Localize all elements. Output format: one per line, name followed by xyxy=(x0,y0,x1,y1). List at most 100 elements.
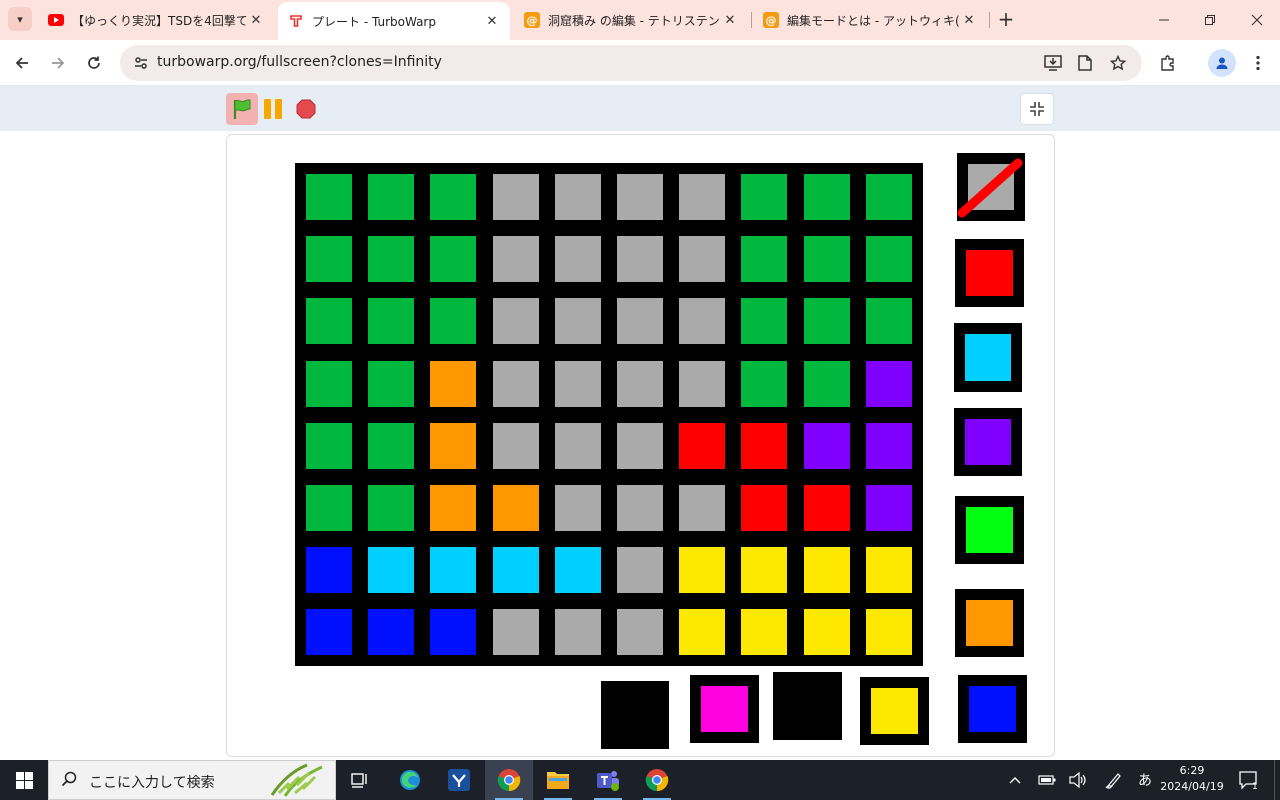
board-cell-green[interactable] xyxy=(803,236,850,283)
tab-atwiki-2[interactable]: @ 編集モードとは - アットウィキ(@WIKI ✕ xyxy=(753,0,987,40)
clock[interactable]: 6:29 2024/04/19 xyxy=(1158,763,1226,795)
board-cell-gray[interactable] xyxy=(492,236,539,283)
board-cell-green[interactable] xyxy=(741,174,788,220)
board-cell-yellow[interactable] xyxy=(679,609,726,656)
board-cell-yellow[interactable] xyxy=(741,609,788,656)
board-cell-gray[interactable] xyxy=(554,236,601,283)
tab-atwiki-1[interactable]: @ 洞窟積み の編集 - テトリステンプレ ✕ xyxy=(514,0,748,40)
board-cell-green[interactable] xyxy=(430,236,477,283)
board-cell-gray[interactable] xyxy=(679,174,726,220)
start-button[interactable] xyxy=(0,760,48,800)
taskbar-chrome[interactable] xyxy=(633,760,681,800)
board-cell-green[interactable] xyxy=(306,360,352,407)
reload-button[interactable] xyxy=(80,49,108,77)
notification-center-button[interactable]: 1 xyxy=(1234,760,1264,800)
board-cell-green[interactable] xyxy=(865,298,912,345)
board-cell-gray[interactable] xyxy=(617,236,663,283)
close-window-button[interactable] xyxy=(1234,0,1280,40)
show-desktop-button[interactable] xyxy=(1274,760,1280,800)
board-cell-purple[interactable] xyxy=(865,485,912,531)
taskbar-file-explorer[interactable] xyxy=(534,760,582,800)
palette-blue-button[interactable] xyxy=(958,675,1027,743)
board-cell-gray[interactable] xyxy=(679,298,726,345)
page-info-button[interactable] xyxy=(1072,50,1098,76)
address-bar[interactable]: turbowarp.org/fullscreen?clones=Infinity xyxy=(120,45,1142,81)
board-cell-green[interactable] xyxy=(306,485,352,531)
board-cell-orange[interactable] xyxy=(430,485,477,531)
menu-button[interactable] xyxy=(1244,49,1272,77)
board-cell-green[interactable] xyxy=(306,298,352,345)
volume-indicator[interactable] xyxy=(1066,760,1090,800)
board-cell-gray[interactable] xyxy=(617,360,663,407)
palette-magenta-button[interactable] xyxy=(690,675,759,743)
new-tab-button[interactable]: + xyxy=(994,9,1018,31)
taskbar-chrome-active[interactable] xyxy=(485,760,533,800)
extensions-button[interactable] xyxy=(1154,49,1182,77)
close-icon[interactable]: ✕ xyxy=(720,10,740,30)
close-icon[interactable]: ✕ xyxy=(482,11,502,31)
board-cell-yellow[interactable] xyxy=(679,547,726,594)
taskbar-yammer[interactable] xyxy=(435,760,483,800)
board-cell-cyan[interactable] xyxy=(430,547,477,594)
exit-fullscreen-button[interactable] xyxy=(1020,93,1054,125)
board-cell-gray[interactable] xyxy=(617,547,663,594)
close-icon[interactable]: ✕ xyxy=(246,10,266,30)
show-hidden-icons-button[interactable] xyxy=(1003,760,1027,800)
board-cell-gray[interactable] xyxy=(554,360,601,407)
board-cell-orange[interactable] xyxy=(430,360,477,407)
board-cell-gray[interactable] xyxy=(492,298,539,345)
board-cell-gray[interactable] xyxy=(554,422,601,469)
board-cell-green[interactable] xyxy=(865,236,912,283)
pause-button[interactable] xyxy=(264,99,284,119)
board-cell-green[interactable] xyxy=(368,298,415,345)
forward-button[interactable] xyxy=(44,49,72,77)
board-cell-gray[interactable] xyxy=(679,236,726,283)
board-cell-orange[interactable] xyxy=(492,485,539,531)
board-cell-green[interactable] xyxy=(803,174,850,220)
palette-eraser-button[interactable] xyxy=(957,153,1025,221)
board-cell-purple[interactable] xyxy=(865,360,912,407)
palette-black-button[interactable] xyxy=(601,681,669,749)
profile-button[interactable] xyxy=(1208,49,1236,77)
board-cell-green[interactable] xyxy=(741,360,788,407)
back-button[interactable] xyxy=(8,49,36,77)
task-view-button[interactable] xyxy=(336,760,384,800)
palette-orange-button[interactable] xyxy=(955,589,1024,657)
board-cell-yellow[interactable] xyxy=(803,609,850,656)
tab-turbowarp[interactable]: プレート - TurboWarp ✕ xyxy=(278,2,510,40)
board-cell-green[interactable] xyxy=(368,174,415,220)
board-cell-green[interactable] xyxy=(368,422,415,469)
board-cell-yellow[interactable] xyxy=(865,609,912,656)
ime-indicator[interactable]: あ xyxy=(1133,760,1157,800)
board-cell-gray[interactable] xyxy=(554,174,601,220)
stop-button[interactable] xyxy=(296,99,316,119)
board-cell-gray[interactable] xyxy=(617,609,663,656)
green-flag-button[interactable] xyxy=(226,93,258,125)
board-cell-blue[interactable] xyxy=(430,609,477,656)
project-stage[interactable] xyxy=(226,134,1055,757)
board-cell-gray[interactable] xyxy=(617,485,663,531)
pen-workspace-button[interactable] xyxy=(1102,760,1126,800)
board-cell-red[interactable] xyxy=(741,422,788,469)
board-cell-red[interactable] xyxy=(741,485,788,531)
board-cell-purple[interactable] xyxy=(803,422,850,469)
board-cell-yellow[interactable] xyxy=(865,547,912,594)
install-app-button[interactable] xyxy=(1040,50,1066,76)
board-cell-gray[interactable] xyxy=(492,174,539,220)
board-cell-yellow[interactable] xyxy=(741,547,788,594)
taskbar-search-box[interactable]: ここに入力して検索 xyxy=(48,760,336,800)
palette-yellow-button[interactable] xyxy=(860,677,929,745)
board-cell-blue[interactable] xyxy=(368,609,415,656)
board-cell-gray[interactable] xyxy=(679,485,726,531)
board-cell-green[interactable] xyxy=(430,298,477,345)
palette-black2-button[interactable] xyxy=(773,672,842,740)
board-cell-green[interactable] xyxy=(803,298,850,345)
board-cell-purple[interactable] xyxy=(865,422,912,469)
board-cell-green[interactable] xyxy=(430,174,477,220)
board-cell-green[interactable] xyxy=(803,360,850,407)
board-cell-gray[interactable] xyxy=(492,360,539,407)
board-cell-gray[interactable] xyxy=(617,298,663,345)
board-cell-gray[interactable] xyxy=(679,360,726,407)
board-cell-green[interactable] xyxy=(306,174,352,220)
board-cell-green[interactable] xyxy=(306,422,352,469)
